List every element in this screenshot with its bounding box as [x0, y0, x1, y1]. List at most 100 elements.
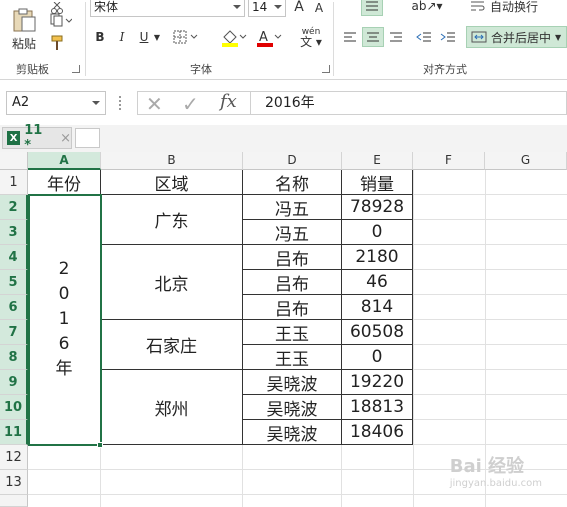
gridline	[413, 319, 567, 320]
excel-file-icon: X	[7, 131, 21, 145]
name-cell[interactable]: 吴晓波	[243, 395, 342, 420]
row-header[interactable]: 1	[0, 170, 28, 195]
italic-button[interactable]: I	[114, 28, 130, 46]
column-header-e[interactable]: E	[342, 152, 413, 170]
border-icon[interactable]	[172, 28, 200, 46]
formula-actions: ✕ ✓ fx	[137, 91, 250, 116]
decrease-font-icon[interactable]: A	[310, 0, 328, 18]
region-cell[interactable]: 广东	[101, 195, 243, 245]
separator	[85, 2, 86, 76]
document-tab[interactable]: X 11 * ×	[2, 123, 72, 153]
underline-button[interactable]: U	[136, 28, 152, 46]
name-cell[interactable]: 吴晓波	[243, 370, 342, 395]
insert-function-icon[interactable]: fx	[220, 91, 237, 112]
wrap-text-button[interactable]: 自动换行	[470, 0, 562, 16]
top-align-button[interactable]	[361, 0, 383, 16]
sales-cell[interactable]: 0	[342, 220, 413, 245]
gridline	[413, 269, 567, 270]
sales-cell[interactable]: 19220	[342, 370, 413, 395]
row-header[interactable]: 8	[0, 345, 28, 370]
row-header[interactable]: 4	[0, 245, 28, 270]
align-right-button[interactable]	[386, 27, 406, 47]
row-header[interactable]: 10	[0, 395, 28, 420]
formula-input[interactable]: 2016年	[250, 91, 567, 115]
watermark-logo: Bai 经验 jingyan.baidu.com	[449, 456, 542, 489]
gridline	[413, 344, 567, 345]
region-cell[interactable]: 石家庄	[101, 320, 243, 370]
increase-indent-icon[interactable]	[438, 27, 458, 47]
decrease-indent-icon[interactable]	[414, 27, 434, 47]
row-header[interactable]: 9	[0, 370, 28, 395]
column-header-a[interactable]: A	[28, 152, 101, 170]
column-header-f[interactable]: F	[413, 152, 485, 170]
header-cell-year[interactable]: 年份	[28, 170, 101, 195]
column-header-g[interactable]: G	[485, 152, 567, 170]
header-cell-name[interactable]: 名称	[243, 170, 342, 195]
select-all-corner[interactable]	[0, 152, 28, 170]
merge-center-button[interactable]: 合并后居中 ▼	[466, 26, 567, 48]
row-header[interactable]: 7	[0, 320, 28, 345]
name-cell[interactable]: 王玉	[243, 345, 342, 370]
row-header[interactable]: 13	[0, 470, 28, 495]
row-header[interactable]	[0, 495, 28, 507]
fill-handle[interactable]	[97, 442, 103, 448]
enter-icon[interactable]: ✓	[182, 92, 199, 116]
clipboard-launcher-icon[interactable]	[72, 65, 80, 73]
sales-cell[interactable]: 78928	[342, 195, 413, 220]
name-cell[interactable]: 吴晓波	[243, 420, 342, 445]
sales-cell[interactable]: 814	[342, 295, 413, 320]
name-cell[interactable]: 吕布	[243, 295, 342, 320]
name-cell[interactable]: 冯五	[243, 195, 342, 220]
fill-color-icon[interactable]	[220, 28, 248, 48]
sales-cell[interactable]: 18813	[342, 395, 413, 420]
align-left-button[interactable]	[340, 27, 360, 47]
header-cell-region[interactable]: 区域	[101, 170, 243, 195]
column-header-b[interactable]: B	[101, 152, 243, 170]
name-cell[interactable]: 吕布	[243, 245, 342, 270]
name-cell[interactable]: 王玉	[243, 320, 342, 345]
orientation-icon[interactable]: ab↗▾	[411, 0, 442, 16]
format-painter-icon[interactable]	[48, 34, 66, 52]
row-header[interactable]: 12	[0, 445, 28, 470]
font-name-select[interactable]: 宋体	[90, 0, 245, 17]
column-header-d[interactable]: D	[243, 152, 342, 170]
copy-icon[interactable]	[48, 12, 74, 28]
row-header[interactable]: 5	[0, 270, 28, 295]
name-cell[interactable]: 吕布	[243, 270, 342, 295]
increase-font-icon[interactable]: A	[290, 0, 308, 17]
region-cell[interactable]: 郑州	[101, 370, 243, 445]
paste-button[interactable]: 粘贴	[6, 4, 42, 56]
phonetic-button[interactable]: wén 文 ▾	[296, 26, 326, 48]
sales-cell[interactable]: 60508	[342, 320, 413, 345]
gridline	[413, 394, 567, 395]
document-tab-strip: X 11 * ×	[0, 123, 567, 153]
row-header[interactable]: 6	[0, 295, 28, 320]
font-size-select[interactable]: 14	[248, 0, 286, 17]
font-color-icon[interactable]: A	[255, 28, 283, 48]
name-cell[interactable]: 冯五	[243, 220, 342, 245]
align-center-button[interactable]	[362, 27, 384, 47]
document-tab-label: 11 *	[24, 123, 43, 153]
gridline	[413, 369, 567, 370]
sales-cell[interactable]: 18406	[342, 420, 413, 445]
row-header[interactable]: 3	[0, 220, 28, 245]
clipboard-icon	[13, 8, 36, 32]
sales-cell[interactable]: 2180	[342, 245, 413, 270]
sales-cell[interactable]: 0	[342, 345, 413, 370]
gridline	[413, 194, 567, 195]
paste-label: 粘贴	[11, 37, 36, 51]
gridline	[341, 445, 342, 507]
row-header[interactable]: 11	[0, 420, 28, 445]
close-tab-icon[interactable]: ×	[60, 131, 71, 146]
header-cell-sales[interactable]: 销量	[342, 170, 413, 195]
wrap-text-icon	[471, 1, 485, 11]
font-launcher-icon[interactable]	[322, 65, 330, 73]
sales-cell[interactable]: 46	[342, 270, 413, 295]
bold-button[interactable]: B	[92, 28, 108, 46]
name-box[interactable]: A2	[6, 91, 106, 115]
cancel-icon[interactable]: ✕	[146, 92, 163, 116]
underline-dropdown-icon[interactable]: ▼	[152, 28, 162, 46]
region-cell[interactable]: 北京	[101, 245, 243, 320]
row-header[interactable]: 2	[0, 195, 28, 220]
new-tab-button[interactable]	[75, 128, 100, 148]
